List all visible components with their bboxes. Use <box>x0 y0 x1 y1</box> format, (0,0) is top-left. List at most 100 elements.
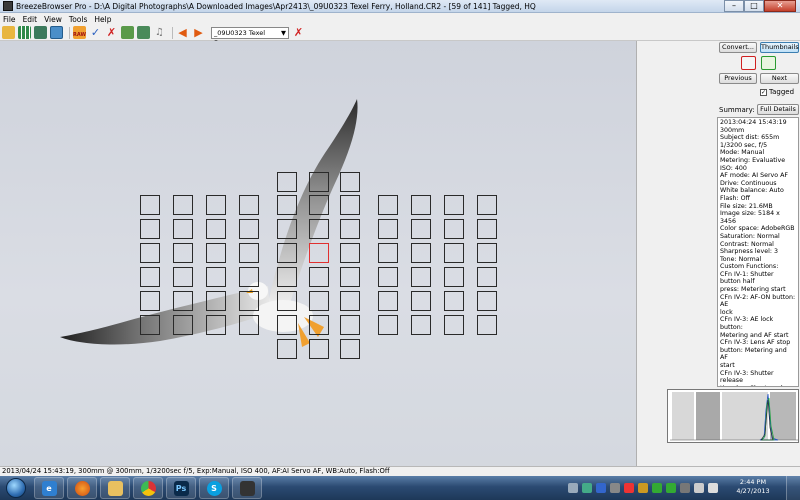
full-details-button[interactable]: Full Details <box>757 104 799 115</box>
thumbnails-button[interactable]: Thumbnails <box>760 42 799 53</box>
minimize-button[interactable]: – <box>724 0 744 12</box>
image-icon[interactable] <box>121 26 134 39</box>
chevron-down-icon: ▼ <box>281 28 286 37</box>
af-point <box>340 315 360 335</box>
exif-line: 1/3200 sec, f/5 <box>720 141 768 149</box>
photoshop-icon: Ps <box>173 480 189 496</box>
af-point <box>206 195 226 215</box>
raw-icon[interactable]: RAW <box>73 26 86 39</box>
tray-icon[interactable] <box>666 483 676 493</box>
af-point <box>140 291 160 311</box>
taskbar-explorer[interactable] <box>100 477 130 499</box>
convert-button[interactable]: Convert... <box>719 42 757 53</box>
af-point <box>477 267 497 287</box>
af-point <box>173 195 193 215</box>
af-point <box>173 219 193 239</box>
af-point <box>309 291 329 311</box>
exif-line: Flash: Off <box>720 194 750 202</box>
music-icon[interactable]: ♫ <box>153 26 166 39</box>
taskbar-breezebrowser[interactable] <box>232 477 262 499</box>
af-point <box>206 291 226 311</box>
exif-line: button: Metering and AF <box>720 346 787 362</box>
menu-edit[interactable]: Edit <box>23 15 38 24</box>
af-point <box>239 243 259 263</box>
tagged-toggle[interactable]: ✓ Tagged <box>760 88 794 96</box>
af-point <box>340 267 360 287</box>
af-point <box>239 195 259 215</box>
bluetooth-icon[interactable] <box>596 483 606 493</box>
af-point <box>140 267 160 287</box>
tray-icon[interactable] <box>638 483 648 493</box>
untag-icon[interactable]: ✗ <box>105 26 118 39</box>
af-point <box>444 291 464 311</box>
af-point <box>378 267 398 287</box>
taskbar-ie[interactable]: e <box>34 477 64 499</box>
menu-view[interactable]: View <box>44 15 62 24</box>
af-point <box>277 172 297 192</box>
image-viewer[interactable] <box>0 41 636 466</box>
exif-line: Subject dist: 655m <box>720 134 780 142</box>
previous-icon[interactable] <box>741 56 756 70</box>
toolbar-separator <box>172 26 173 39</box>
af-point <box>340 172 360 192</box>
next-icon[interactable] <box>761 56 776 70</box>
status-bar: 2013/04/24 15:43:19, 300mm @ 300mm, 1/32… <box>0 466 800 476</box>
prev-arrow-icon[interactable]: ◀ <box>176 26 189 39</box>
taskbar-firefox[interactable] <box>67 477 97 499</box>
maximize-button[interactable]: □ <box>744 0 764 12</box>
next-arrow-icon[interactable]: ▶ <box>192 26 205 39</box>
previous-button[interactable]: Previous <box>719 73 757 84</box>
close-button[interactable]: ✕ <box>764 0 796 12</box>
exif-line: 2013:04:24 15:43:19 <box>720 119 787 126</box>
af-point <box>340 291 360 311</box>
tagged-checkbox[interactable]: ✓ <box>760 88 767 96</box>
exif-line: Image size: 5184 x 3456 <box>720 210 780 225</box>
delete-icon[interactable]: ✗ <box>292 26 305 39</box>
af-point <box>477 291 497 311</box>
tray-icon[interactable] <box>610 483 620 493</box>
menu-tools[interactable]: Tools <box>69 15 87 24</box>
af-point <box>206 267 226 287</box>
taskbar-skype[interactable]: S <box>199 477 229 499</box>
start-button[interactable] <box>6 478 26 498</box>
image-copy-icon[interactable] <box>137 26 150 39</box>
split-view-icon[interactable] <box>34 26 47 39</box>
firefox-icon <box>74 480 90 496</box>
af-point <box>411 267 431 287</box>
toolbar: RAW ✓ ✗ ♫ ◀ ▶ _09U0323 Texel Ferry, ▼ ✗ <box>0 25 800 47</box>
tray-icon[interactable] <box>680 483 690 493</box>
af-point <box>444 315 464 335</box>
exif-line: CFn IV-1: Shutter button half <box>720 270 774 286</box>
tray-icon[interactable] <box>582 483 592 493</box>
single-view-icon[interactable] <box>50 26 63 39</box>
show-desktop-button[interactable] <box>786 476 800 500</box>
af-point <box>477 315 497 335</box>
af-point <box>378 219 398 239</box>
af-point <box>140 315 160 335</box>
af-point <box>206 315 226 335</box>
tray-icon[interactable] <box>624 483 634 493</box>
file-select[interactable]: _09U0323 Texel Ferry, ▼ <box>211 26 289 47</box>
exif-line: File size: 21.6MB <box>720 202 773 210</box>
tray-icon[interactable] <box>652 483 662 493</box>
af-point <box>309 315 329 335</box>
network-icon[interactable] <box>694 483 704 493</box>
af-point <box>309 195 329 215</box>
open-folder-icon[interactable] <box>2 26 15 39</box>
menu-help[interactable]: Help <box>94 15 111 24</box>
taskbar-clock[interactable]: 2:44 PM 4/27/2013 <box>728 478 778 496</box>
grid-view-icon[interactable] <box>18 26 31 39</box>
tray-icon[interactable] <box>568 483 578 493</box>
af-point <box>140 195 160 215</box>
af-point <box>173 267 193 287</box>
exif-line: Metering and AF start <box>720 331 789 339</box>
af-point <box>309 172 329 192</box>
system-tray <box>568 478 722 498</box>
next-button[interactable]: Next <box>760 73 799 84</box>
menu-file[interactable]: File <box>3 15 16 24</box>
tag-check-icon[interactable]: ✓ <box>89 26 102 39</box>
af-point <box>173 291 193 311</box>
taskbar-photoshop[interactable]: Ps <box>166 477 196 499</box>
taskbar-chrome[interactable] <box>133 477 163 499</box>
volume-icon[interactable] <box>708 483 718 493</box>
